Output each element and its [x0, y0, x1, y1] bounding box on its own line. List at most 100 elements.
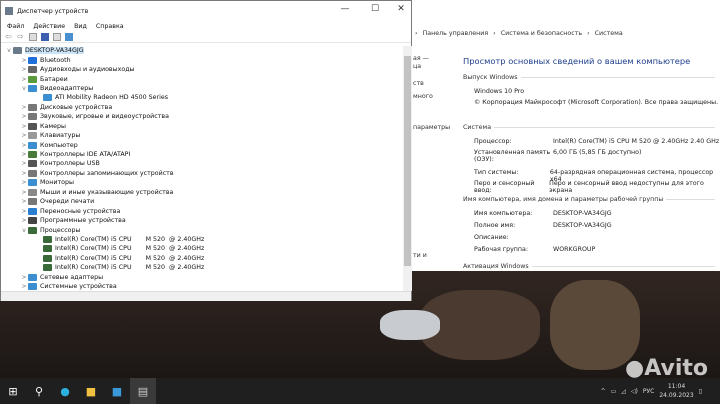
tree-item-label: Intel(R) Core(TM) i5 CPU M 520 @ 2.40GHz — [55, 254, 205, 262]
side-link-fragment[interactable]: ая — — [413, 55, 429, 62]
tree-root[interactable]: v DESKTOP-VA34GJG — [1, 46, 401, 55]
date: 24.09.2023 — [659, 392, 694, 399]
device-icon — [28, 66, 37, 74]
tree-item[interactable]: > Системные устройства — [1, 282, 401, 291]
tree-item-label: Аудиовходы и аудиовыходы — [40, 66, 135, 74]
chevron-right-icon[interactable]: > — [20, 151, 28, 158]
scrollbar-thumb[interactable] — [404, 56, 411, 266]
details-icon[interactable] — [53, 32, 61, 41]
device-tree: v DESKTOP-VA34GJG > Bluetooth > Аудиовходы и … — [1, 46, 401, 291]
device-icon — [28, 141, 37, 149]
tree-item[interactable]: Intel(R) Core(TM) i5 CPU M 520 @ 2.40GHz — [1, 254, 401, 263]
tree-item[interactable]: > Bluetooth — [1, 55, 401, 64]
tree-item-label: Контроллеры запоминающих устройств — [40, 169, 174, 177]
scan-hardware-icon[interactable] — [65, 32, 73, 41]
chevron-down-icon[interactable]: v — [20, 227, 28, 234]
info-row: Перо и сенсорный ввод: Перо и сенсорный в… — [474, 180, 720, 194]
tree-item[interactable]: > Дисковые устройства — [1, 103, 401, 112]
file-explorer-icon[interactable]: ■ — [78, 378, 104, 404]
chevron-right-icon[interactable]: > — [20, 189, 28, 196]
chevron-right-icon[interactable]: > — [20, 160, 28, 167]
chevron-right-icon[interactable]: > — [20, 66, 28, 73]
battery-icon[interactable]: ▭ — [611, 388, 617, 395]
tree-item[interactable]: > Контроллеры IDE ATA/ATAPI — [1, 150, 401, 159]
back-icon[interactable]: ⇦ — [5, 32, 13, 41]
tree-item-label: Клавиатуры — [40, 132, 81, 140]
side-link-fragment[interactable]: много — [413, 93, 433, 100]
chevron-right-icon[interactable]: > — [20, 179, 28, 186]
side-link-fragment[interactable]: параметры — [413, 124, 450, 131]
tree-item[interactable]: > Контроллеры USB — [1, 159, 401, 168]
chevron-right-icon[interactable]: > — [20, 274, 28, 281]
tree-item[interactable]: > Компьютер — [1, 140, 401, 149]
chevron-right-icon[interactable]: > — [20, 104, 28, 111]
chevron-up-icon[interactable]: ^ — [601, 388, 606, 395]
notifications-icon[interactable]: ▯ — [699, 388, 702, 395]
breadcrumb-security[interactable]: Система и безопасность — [501, 30, 582, 37]
tree-item[interactable]: > Сетевые адаптеры — [1, 273, 401, 282]
tree-item[interactable]: > Камеры — [1, 122, 401, 131]
menu-action[interactable]: Действие — [33, 23, 65, 30]
chevron-right-icon[interactable]: > — [20, 76, 28, 83]
properties-icon[interactable] — [29, 32, 37, 41]
chevron-right-icon[interactable]: > — [20, 198, 28, 205]
side-link-fragment[interactable]: ти и — [413, 252, 427, 259]
menu-view[interactable]: Вид — [74, 23, 87, 30]
tree-item[interactable]: v Видеоадаптеры — [1, 84, 401, 93]
tree-item[interactable]: > Звуковые, игровые и видеоустройства — [1, 112, 401, 121]
help-icon[interactable] — [41, 32, 49, 41]
tree-item[interactable]: v Процессоры — [1, 225, 401, 234]
edition-value: Windows 10 Pro — [474, 88, 525, 95]
side-link-fragment[interactable]: ств — [413, 80, 424, 87]
chevron-right-icon[interactable]: > — [20, 142, 28, 149]
edge-icon[interactable]: ● — [52, 378, 78, 404]
device-icon — [28, 84, 37, 92]
tree-item[interactable]: ATI Mobility Radeon HD 4500 Series — [1, 93, 401, 102]
chevron-right-icon[interactable]: > — [20, 283, 28, 290]
tree-item[interactable]: > Аудиовходы и аудиовыходы — [1, 65, 401, 74]
control-panel-icon[interactable]: ■ — [104, 378, 130, 404]
device-icon — [43, 254, 52, 262]
forward-icon[interactable]: ⇨ — [17, 32, 25, 41]
close-button[interactable]: ✕ — [389, 4, 413, 18]
tree-item[interactable]: > Программные устройства — [1, 216, 401, 225]
device-icon — [28, 151, 37, 159]
search-icon[interactable]: ⚲ — [26, 378, 52, 404]
minimize-button[interactable]: — — [333, 4, 357, 18]
tree-item[interactable]: > Мыши и иные указывающие устройства — [1, 188, 401, 197]
menu-file[interactable]: Файл — [7, 23, 24, 30]
chevron-right-icon[interactable]: > — [20, 217, 28, 224]
chevron-right-icon[interactable]: > — [20, 113, 28, 120]
clock[interactable]: 11:04 24.09.2023 — [659, 382, 693, 400]
chevron-right-icon[interactable]: > — [20, 57, 28, 64]
language-indicator[interactable]: РУС — [643, 388, 654, 395]
device-manager-taskbar-icon[interactable]: ▤ — [130, 378, 156, 404]
chevron-down-icon[interactable]: v — [5, 47, 13, 54]
chevron-right-icon[interactable]: > — [20, 123, 28, 130]
menu-help[interactable]: Справка — [96, 23, 124, 30]
tree-item[interactable]: Intel(R) Core(TM) i5 CPU M 520 @ 2.40GHz — [1, 235, 401, 244]
info-key: Установленная память (ОЗУ): — [474, 149, 551, 163]
chevron-right-icon[interactable]: > — [20, 132, 28, 139]
chevron-right-icon[interactable]: > — [20, 208, 28, 215]
breadcrumb-control-panel[interactable]: Панель управления — [423, 30, 489, 37]
tree-item[interactable]: > Контроллеры запоминающих устройств — [1, 169, 401, 178]
volume-icon[interactable]: ◁) — [631, 388, 638, 395]
tree-item[interactable]: > Очереди печати — [1, 197, 401, 206]
breadcrumb-system[interactable]: Система — [595, 30, 623, 37]
chevron-down-icon[interactable]: v — [20, 85, 28, 92]
start-windows-icon[interactable]: ⊞ — [0, 378, 26, 404]
maximize-button[interactable]: ☐ — [363, 4, 387, 18]
side-link-fragment[interactable]: ца — [413, 63, 421, 70]
tree-item[interactable]: > Мониторы — [1, 178, 401, 187]
tree-item[interactable]: Intel(R) Core(TM) i5 CPU M 520 @ 2.40GHz — [1, 263, 401, 272]
tree-item[interactable]: > Клавиатуры — [1, 131, 401, 140]
chevron-right-icon[interactable]: > — [20, 170, 28, 177]
vertical-scrollbar[interactable] — [403, 46, 412, 291]
tree-item[interactable]: > Батареи — [1, 74, 401, 83]
section-system: Система — [463, 124, 715, 131]
tree-item[interactable]: Intel(R) Core(TM) i5 CPU M 520 @ 2.40GHz — [1, 244, 401, 253]
network-icon[interactable]: ◿ — [621, 388, 626, 395]
tree-item[interactable]: > Переносные устройства — [1, 206, 401, 215]
info-row: Установленная память (ОЗУ): 6,00 ГБ (5,85… — [474, 149, 641, 163]
